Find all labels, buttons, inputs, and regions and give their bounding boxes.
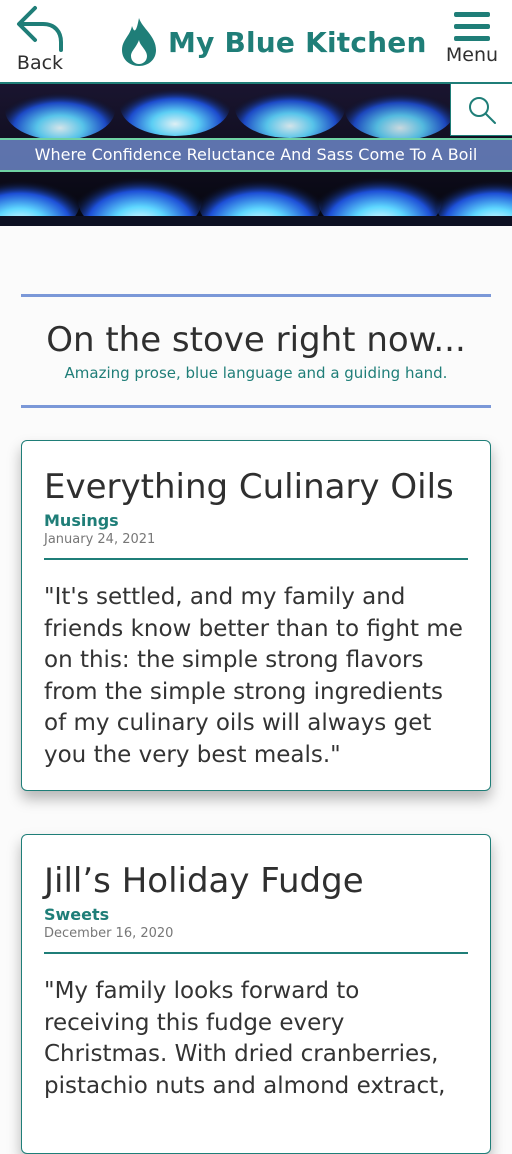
post-title[interactable]: Everything Culinary Oils bbox=[44, 465, 468, 509]
section-subtitle: Amazing prose, blue language and a guidi… bbox=[64, 364, 448, 382]
back-arrow-icon bbox=[17, 6, 63, 52]
flame-icon bbox=[122, 18, 156, 66]
menu-button[interactable]: Menu bbox=[440, 8, 504, 82]
hero-banner: Where Confidence Reluctance And Sass Com… bbox=[0, 84, 512, 226]
back-label: Back bbox=[16, 52, 64, 74]
menu-label: Menu bbox=[445, 44, 499, 66]
post-category[interactable]: Sweets bbox=[44, 905, 468, 924]
search-icon bbox=[468, 96, 496, 124]
site-brand[interactable]: My Blue Kitchen bbox=[120, 14, 427, 70]
site-tagline: Where Confidence Reluctance And Sass Com… bbox=[0, 138, 512, 172]
section-rule-top bbox=[21, 294, 491, 297]
site-header: Back My Blue Kitchen Menu bbox=[0, 0, 512, 84]
back-button[interactable]: Back bbox=[8, 4, 72, 82]
post-divider bbox=[44, 952, 468, 954]
post-divider bbox=[44, 558, 468, 560]
site-title: My Blue Kitchen bbox=[168, 25, 427, 59]
post-card[interactable]: Jill’s Holiday Fudge Sweets December 16,… bbox=[21, 834, 491, 1154]
hamburger-menu-icon bbox=[454, 12, 490, 41]
section-title: On the stove right now... bbox=[46, 320, 466, 360]
post-excerpt: "It's settled, and my family and friends… bbox=[44, 584, 463, 768]
search-button[interactable] bbox=[450, 84, 512, 136]
post-excerpt: "My family looks forward to receiving th… bbox=[44, 978, 446, 1099]
post-date: January 24, 2021 bbox=[44, 532, 156, 547]
post-card[interactable]: Everything Culinary Oils Musings January… bbox=[21, 440, 491, 791]
post-date: December 16, 2020 bbox=[44, 926, 174, 941]
post-title[interactable]: Jill’s Holiday Fudge bbox=[44, 859, 468, 903]
post-category[interactable]: Musings bbox=[44, 511, 468, 530]
section-rule-bottom bbox=[21, 405, 491, 408]
